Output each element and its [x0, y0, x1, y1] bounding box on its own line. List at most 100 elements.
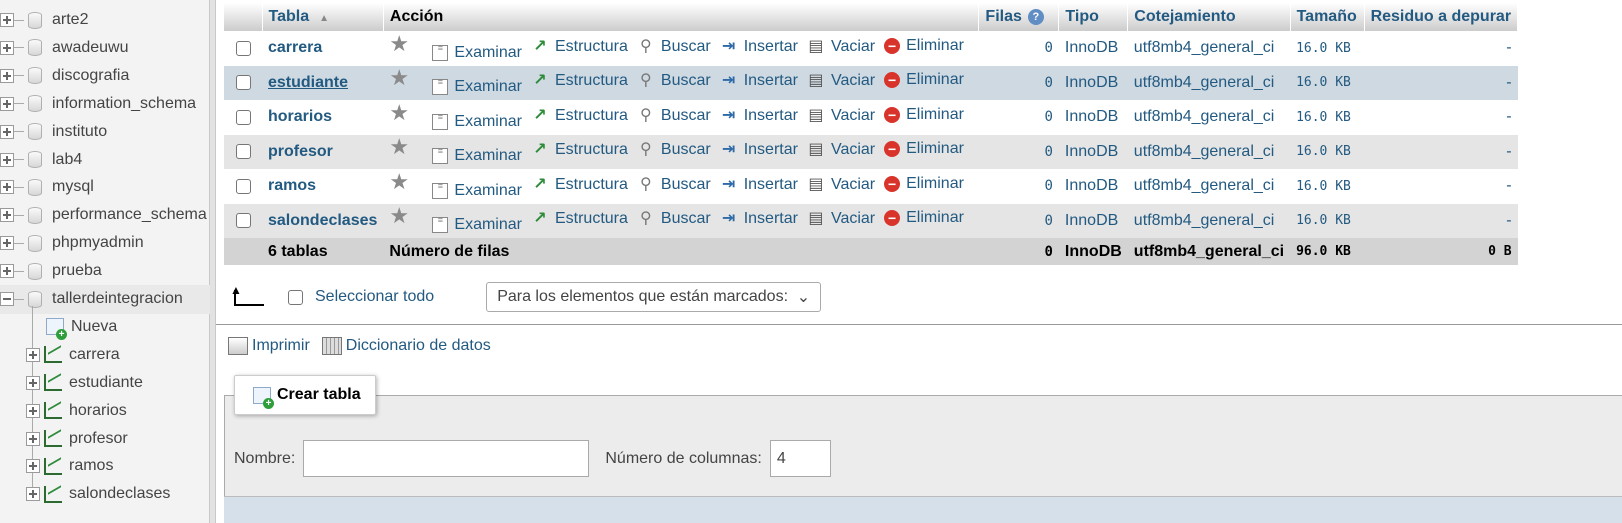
- sidebar-db-performance-schema[interactable]: performance_schema: [0, 201, 210, 230]
- table-name-link[interactable]: salondeclases: [262, 203, 384, 238]
- expand-icon[interactable]: [0, 236, 14, 251]
- browse-action[interactable]: ≡ Examinar: [432, 216, 522, 234]
- help-icon[interactable]: ?: [1027, 8, 1044, 25]
- insert-action[interactable]: ⇥ Insertar: [720, 141, 798, 159]
- browse-action[interactable]: ≡ Examinar: [432, 43, 522, 62]
- browse-action[interactable]: ≡ Examinar: [432, 112, 522, 131]
- favorite-button[interactable]: ★: [389, 170, 423, 192]
- sidebar-table-horarios[interactable]: horarios: [0, 396, 210, 425]
- sidebar-db-phpmyadmin[interactable]: phpmyadmin: [0, 229, 210, 258]
- columns-count-input[interactable]: 4: [769, 440, 831, 477]
- table-size[interactable]: 16.0 KB: [1290, 31, 1365, 66]
- expand-icon[interactable]: [0, 152, 14, 167]
- expand-icon[interactable]: [0, 124, 14, 139]
- browse-action[interactable]: ≡ Examinar: [432, 147, 522, 165]
- table-name-link[interactable]: profesor: [262, 134, 384, 169]
- row-checkbox[interactable]: [235, 213, 251, 229]
- header-overhead[interactable]: Residuo a depurar: [1364, 3, 1519, 31]
- drop-action[interactable]: − Eliminar: [884, 37, 964, 55]
- structure-action[interactable]: ↗ Estructura: [531, 141, 628, 159]
- row-checkbox[interactable]: [235, 40, 251, 56]
- search-action[interactable]: ⚲ Buscar: [637, 72, 711, 90]
- insert-action[interactable]: ⇥ Insertar: [720, 38, 798, 56]
- table-name-link[interactable]: carrera: [262, 31, 384, 66]
- table-name-link[interactable]: horarios: [262, 100, 384, 135]
- empty-action[interactable]: ▤ Vaciar: [807, 176, 875, 194]
- favorite-button[interactable]: ★: [389, 67, 423, 89]
- browse-action[interactable]: ≡ Examinar: [432, 181, 522, 200]
- expand-icon[interactable]: [26, 431, 40, 446]
- insert-action[interactable]: ⇥ Insertar: [720, 107, 798, 125]
- favorite-button[interactable]: ★: [389, 205, 423, 227]
- table-size[interactable]: 16.0 KB: [1290, 134, 1365, 169]
- expand-icon[interactable]: [0, 40, 14, 55]
- table-size[interactable]: 16.0 KB: [1290, 169, 1365, 204]
- print-link[interactable]: Imprimir: [252, 337, 310, 355]
- sidebar-db-information-schema[interactable]: information_schema: [0, 89, 210, 118]
- search-action[interactable]: ⚲ Buscar: [637, 107, 711, 125]
- search-action[interactable]: ⚲ Buscar: [637, 210, 711, 228]
- empty-action[interactable]: ▤ Vaciar: [807, 141, 875, 159]
- sidebar-table-profesor[interactable]: profesor: [0, 424, 210, 453]
- row-checkbox[interactable]: [235, 75, 251, 91]
- table-name-input[interactable]: [303, 440, 590, 477]
- search-action[interactable]: ⚲ Buscar: [637, 176, 711, 194]
- sidebar-table-salondeclases[interactable]: salondeclases: [0, 480, 210, 509]
- select-all-label[interactable]: Seleccionar todo: [315, 288, 434, 306]
- expand-icon[interactable]: [0, 13, 14, 27]
- favorite-button[interactable]: ★: [389, 101, 423, 123]
- drop-action[interactable]: − Eliminar: [884, 209, 964, 227]
- row-checkbox[interactable]: [235, 109, 251, 125]
- expand-icon[interactable]: [26, 375, 40, 390]
- table-name-link[interactable]: estudiante: [262, 65, 384, 100]
- empty-action[interactable]: ▤ Vaciar: [807, 210, 875, 228]
- table-name-link[interactable]: ramos: [262, 169, 384, 204]
- sidebar-new-table[interactable]: Nueva: [0, 312, 210, 341]
- header-collation[interactable]: Cotejamiento: [1127, 3, 1291, 31]
- table-size[interactable]: 16.0 KB: [1290, 65, 1365, 100]
- expand-icon[interactable]: [26, 403, 40, 418]
- insert-action[interactable]: ⇥ Insertar: [720, 176, 798, 194]
- expand-icon[interactable]: [26, 347, 40, 362]
- expand-icon[interactable]: [0, 208, 14, 223]
- sidebar-table-estudiante[interactable]: estudiante: [0, 368, 210, 397]
- sidebar-db-prueba[interactable]: prueba: [0, 257, 210, 286]
- collapse-icon[interactable]: [0, 292, 14, 306]
- drop-action[interactable]: − Eliminar: [884, 71, 964, 89]
- sidebar-db-instituto[interactable]: instituto: [0, 117, 210, 146]
- empty-action[interactable]: ▤ Vaciar: [807, 72, 875, 90]
- search-action[interactable]: ⚲ Buscar: [637, 38, 711, 56]
- structure-action[interactable]: ↗ Estructura: [531, 107, 628, 125]
- expand-icon[interactable]: [0, 180, 14, 195]
- insert-action[interactable]: ⇥ Insertar: [720, 72, 798, 90]
- drop-action[interactable]: − Eliminar: [884, 106, 964, 124]
- sidebar-db-discografia[interactable]: discografia: [0, 61, 210, 90]
- empty-action[interactable]: ▤ Vaciar: [807, 38, 875, 56]
- sidebar-db-lab4[interactable]: lab4: [0, 145, 210, 174]
- row-checkbox[interactable]: [235, 144, 251, 160]
- structure-action[interactable]: ↗ Estructura: [531, 72, 628, 90]
- empty-action[interactable]: ▤ Vaciar: [807, 107, 875, 125]
- expand-icon[interactable]: [26, 487, 40, 502]
- insert-action[interactable]: ⇥ Insertar: [720, 210, 798, 228]
- select-all-checkbox[interactable]: [288, 289, 303, 305]
- favorite-button[interactable]: ★: [389, 32, 423, 54]
- header-size[interactable]: Tamaño: [1290, 3, 1365, 31]
- expand-icon[interactable]: [0, 96, 14, 111]
- search-action[interactable]: ⚲ Buscar: [637, 141, 711, 159]
- table-size[interactable]: 16.0 KB: [1290, 203, 1365, 238]
- header-rows[interactable]: Filas?: [978, 3, 1060, 31]
- sidebar-db-awadeuwu[interactable]: awadeuwu: [0, 33, 210, 62]
- sidebar-db-arte2[interactable]: arte2: [0, 6, 210, 35]
- sidebar-db-mysql[interactable]: mysql: [0, 173, 210, 202]
- expand-icon[interactable]: [26, 459, 40, 474]
- drop-action[interactable]: − Eliminar: [884, 175, 964, 193]
- data-dictionary-link[interactable]: Diccionario de datos: [346, 337, 491, 355]
- header-table[interactable]: Tabla ▲: [262, 3, 384, 31]
- row-checkbox[interactable]: [235, 178, 251, 194]
- sidebar-table-carrera[interactable]: carrera: [0, 340, 210, 369]
- structure-action[interactable]: ↗ Estructura: [531, 38, 628, 56]
- structure-action[interactable]: ↗ Estructura: [531, 176, 628, 194]
- expand-icon[interactable]: [0, 264, 14, 279]
- browse-action[interactable]: ≡ Examinar: [432, 78, 522, 96]
